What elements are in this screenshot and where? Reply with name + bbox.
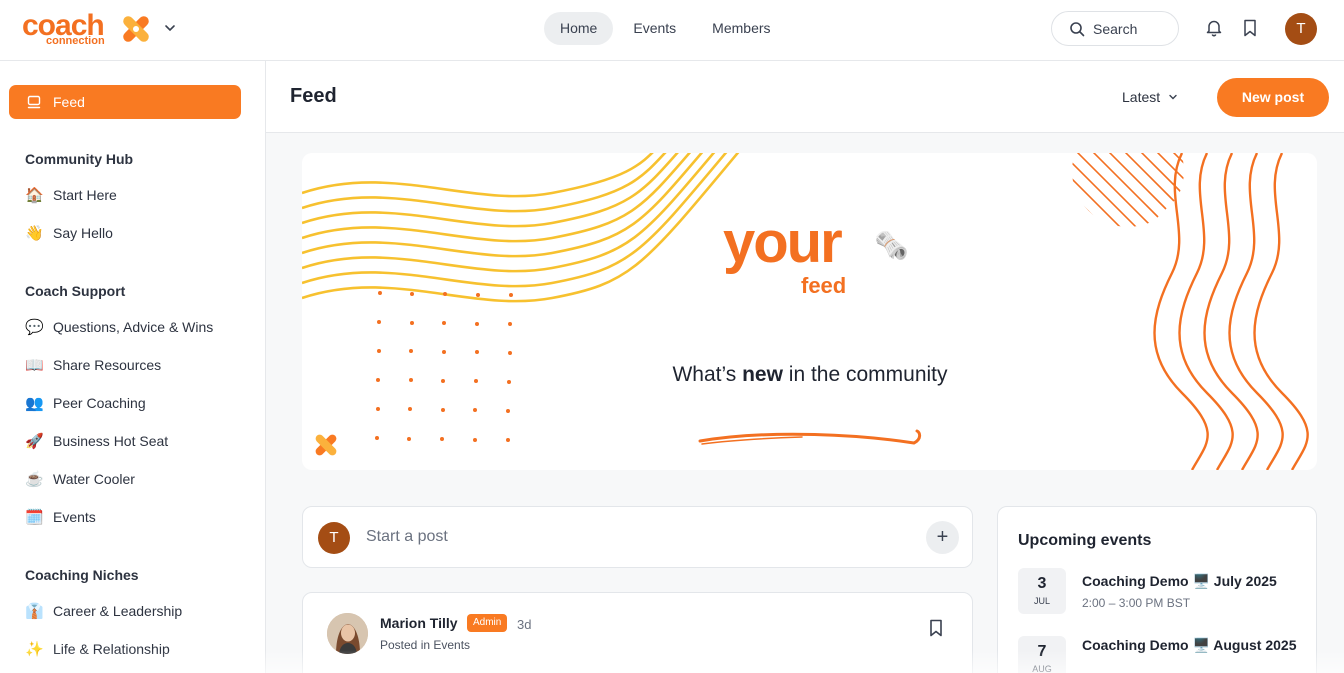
main-header: Feed Latest New post — [266, 61, 1344, 133]
bookmark-icon[interactable] — [926, 618, 946, 638]
nav-events[interactable]: Events — [617, 12, 692, 45]
feed-icon — [27, 95, 41, 109]
sidebar-item-label: Questions, Advice & Wins — [53, 319, 214, 335]
house-icon: 🏠 — [25, 187, 44, 204]
post-timestamp: 3d — [517, 617, 532, 632]
event-title[interactable]: Coaching Demo 🖥️ July 2025 — [1082, 571, 1302, 591]
event-date-badge: 3 JUL — [1018, 568, 1066, 614]
sidebar-item-business-hot-seat[interactable]: 🚀 Business Hot Seat — [25, 429, 168, 453]
post-composer[interactable]: T Start a post + — [302, 506, 973, 568]
start-post-input[interactable]: Start a post — [366, 528, 448, 546]
user-avatar[interactable]: T — [1285, 13, 1317, 45]
sidebar-item-events[interactable]: 🗓️ Events — [25, 505, 96, 529]
sidebar-item-label: Say Hello — [53, 225, 113, 241]
search-button[interactable]: Search — [1051, 11, 1179, 46]
sidebar-item-peer-coaching[interactable]: 👥 Peer Coaching — [25, 391, 146, 415]
sidebar-item-say-hello[interactable]: 👋 Say Hello — [25, 221, 113, 245]
person-photo-icon — [327, 613, 368, 654]
sidebar-item-label: Business Hot Seat — [53, 433, 169, 449]
sidebar-item-label: Life & Relationship — [53, 641, 170, 657]
sort-dropdown[interactable]: Latest — [1122, 89, 1178, 105]
nav-home[interactable]: Home — [544, 12, 614, 45]
banner-tagline-start: What’s — [672, 363, 743, 386]
section-title-coach-support[interactable]: Coach Support — [25, 283, 125, 299]
sidebar-item-start-here[interactable]: 🏠 Start Here — [25, 183, 117, 207]
book-icon: 📖 — [25, 357, 44, 374]
page-title: Feed — [290, 85, 337, 107]
sidebar-item-label: Water Cooler — [53, 471, 135, 487]
bell-icon[interactable] — [1204, 18, 1224, 38]
sidebar-item-label: Events — [53, 509, 96, 525]
avatar[interactable] — [327, 613, 368, 654]
search-icon — [1070, 21, 1085, 36]
sidebar-item-label: Career & Leadership — [53, 603, 183, 619]
nav-members[interactable]: Members — [696, 12, 786, 45]
logo-connection-text: connection — [46, 35, 105, 47]
banner-headline: your — [723, 210, 843, 275]
banner-decoration — [302, 153, 1309, 470]
post-card[interactable]: Marion Tilly Admin 3d Posted in Events — [302, 592, 973, 673]
sparkles-icon: ✨ — [25, 641, 44, 658]
main-nav: Home Events Members — [544, 12, 787, 45]
event-time: 2:00 – 3:00 PM BST — [1082, 596, 1191, 610]
section-title-coaching-niches[interactable]: Coaching Niches — [25, 567, 139, 583]
business-person-icon: 👔 — [25, 603, 44, 620]
sidebar: Feed Community Hub 🏠 Start Here 👋 Say He… — [0, 61, 266, 673]
new-post-button[interactable]: New post — [1217, 78, 1329, 117]
banner-tagline-bold: new — [742, 363, 783, 386]
speech-bubble-icon: 💬 — [25, 319, 44, 336]
event-title[interactable]: Coaching Demo 🖥️ August 2025 — [1082, 635, 1302, 655]
logo[interactable]: coach connection — [22, 10, 182, 50]
banner-tagline: What’s new in the community — [302, 363, 1317, 387]
chevron-down-icon[interactable] — [163, 21, 177, 35]
banner-subheadline: feed — [801, 273, 847, 298]
banner-tagline-end: in the community — [782, 363, 948, 386]
logo-wordmark: coach connection — [22, 10, 114, 50]
sidebar-item-label: Share Resources — [53, 357, 162, 373]
chevron-down-icon — [1169, 94, 1177, 100]
event-month: AUG — [1032, 664, 1052, 673]
sort-label: Latest — [1122, 89, 1161, 105]
sidebar-item-career-leadership[interactable]: 👔 Career & Leadership — [25, 599, 182, 623]
avatar: T — [318, 522, 350, 554]
sidebar-item-label: Peer Coaching — [53, 395, 146, 411]
section-title-community-hub[interactable]: Community Hub — [25, 151, 133, 167]
search-label: Search — [1093, 20, 1138, 37]
people-icon: 👥 — [25, 395, 44, 412]
sidebar-item-share-resources[interactable]: 📖 Share Resources — [25, 353, 161, 377]
bookmark-icon[interactable] — [1240, 18, 1260, 38]
event-day: 7 — [1037, 643, 1047, 660]
logo-x-mark-icon — [123, 16, 149, 42]
event-month: JUL — [1033, 596, 1050, 606]
admin-badge: Admin — [467, 614, 508, 632]
sidebar-item-water-cooler[interactable]: ☕ Water Cooler — [25, 467, 135, 491]
sidebar-item-feed[interactable]: Feed — [9, 85, 241, 119]
coffee-icon: ☕ — [25, 471, 44, 488]
sidebar-item-feed-label: Feed — [53, 94, 85, 110]
sidebar-item-life-relationship[interactable]: ✨ Life & Relationship — [25, 637, 170, 661]
upcoming-events-widget: Upcoming events 3 JUL Coaching Demo 🖥️ J… — [997, 506, 1317, 673]
rocket-icon: 🚀 — [25, 433, 44, 450]
feed-banner: your feed 🗞️ What’s new in the community — [302, 153, 1317, 470]
calendar-icon: 🗓️ — [25, 509, 44, 526]
sidebar-item-label: Start Here — [53, 187, 117, 203]
upcoming-events-title: Upcoming events — [1018, 532, 1152, 549]
add-attachment-button[interactable]: + — [926, 521, 959, 554]
post-author[interactable]: Marion Tilly — [380, 615, 458, 631]
post-space[interactable]: Posted in Events — [380, 638, 470, 652]
waving-hand-icon: 👋 — [25, 225, 44, 242]
newspaper-icon: 🗞️ — [874, 230, 909, 261]
event-date-badge: 7 AUG — [1018, 636, 1066, 673]
top-bar: coach connection Home Events Members Sea… — [0, 0, 1344, 61]
event-day: 3 — [1037, 575, 1047, 592]
sidebar-item-questions[interactable]: 💬 Questions, Advice & Wins — [25, 315, 213, 339]
